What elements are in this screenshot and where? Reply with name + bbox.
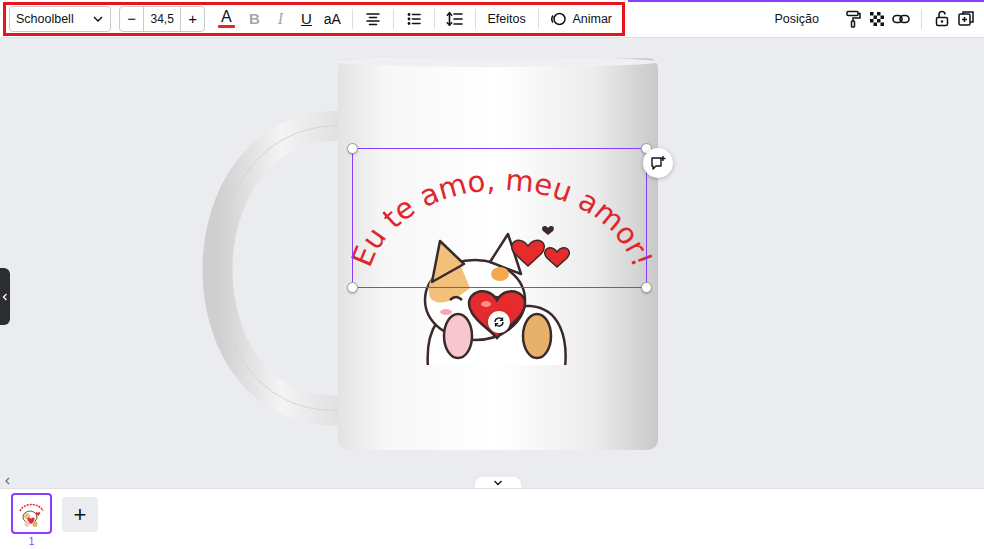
- curved-text: Eu te amo, meu amor!: [345, 163, 660, 272]
- mug-design[interactable]: Eu te amo, meu amor!: [0, 38, 984, 475]
- animate-label: Animar: [572, 12, 612, 26]
- line-spacing-icon: [446, 11, 464, 27]
- design-thumbnail-icon: [15, 497, 48, 530]
- top-accent-line: [628, 0, 984, 2]
- transparency-icon: [869, 11, 885, 27]
- font-size-control: − 34,5 +: [119, 6, 205, 32]
- resize-handle[interactable]: [641, 282, 652, 293]
- add-comment-button[interactable]: [643, 148, 673, 178]
- increase-size-button[interactable]: +: [181, 7, 204, 31]
- unlocked-icon: [935, 10, 949, 27]
- page-thumbnail[interactable]: [11, 493, 52, 534]
- chevron-left-icon: [2, 293, 8, 301]
- animate-icon: [550, 11, 566, 27]
- copy-style-button[interactable]: [841, 5, 865, 33]
- design-canvas: Eu te amo, meu amor!: [0, 38, 984, 475]
- duplicate-icon: [958, 10, 975, 27]
- font-name: Schoolbell: [16, 12, 74, 26]
- lock-button[interactable]: [930, 5, 954, 33]
- bullet-list-icon: [406, 11, 422, 27]
- side-panel-toggle[interactable]: [0, 268, 10, 325]
- text-color-swatch: [218, 25, 235, 28]
- effects-button[interactable]: Efeitos: [483, 5, 529, 33]
- separator: [921, 9, 922, 29]
- list-button[interactable]: [402, 5, 426, 33]
- transparency-button[interactable]: [865, 5, 889, 33]
- font-size-field[interactable]: 34,5: [143, 7, 181, 31]
- resize-handle[interactable]: [347, 282, 358, 293]
- toolbar: Schoolbell − 34,5 + A B I UaA: [0, 0, 984, 38]
- toolbar-right: Posição: [771, 5, 984, 33]
- align-center-button[interactable]: [361, 5, 385, 33]
- selection-box[interactable]: [352, 148, 647, 288]
- chevron-down-icon: [92, 13, 104, 25]
- comment-add-icon: [650, 155, 666, 171]
- rotate-handle[interactable]: [488, 311, 510, 333]
- highlight-frame: Schoolbell − 34,5 + A B I UaA: [3, 2, 625, 36]
- scroll-left-icon[interactable]: [4, 477, 12, 485]
- font-select[interactable]: Schoolbell: [9, 6, 111, 32]
- resize-handle[interactable]: [347, 143, 358, 154]
- underline-label: U: [301, 10, 312, 27]
- page-number: 1: [29, 535, 35, 548]
- mug-icon: [218, 57, 659, 450]
- spacing-button[interactable]: [443, 5, 467, 33]
- animate-button[interactable]: Animar: [546, 5, 616, 33]
- bold-button[interactable]: B: [242, 5, 266, 33]
- page-item: 1: [11, 493, 52, 548]
- case-button[interactable]: aA: [320, 5, 344, 33]
- curved-text-element[interactable]: Eu te amo, meu amor!: [345, 163, 660, 272]
- link-icon: [892, 11, 910, 27]
- text-color-button[interactable]: A: [214, 5, 238, 33]
- separator: [475, 9, 476, 29]
- small-hearts-icon: [512, 226, 570, 267]
- separator: [393, 9, 394, 29]
- rotate-icon: [493, 316, 505, 328]
- underline-button[interactable]: U: [294, 5, 318, 33]
- chevron-down-icon: [493, 480, 503, 486]
- effects-label: Efeitos: [487, 12, 525, 26]
- separator: [434, 9, 435, 29]
- separator: [352, 9, 353, 29]
- collapse-pages-button[interactable]: [475, 477, 521, 488]
- separator: [538, 9, 539, 29]
- text-style-buttons: B I UaA: [242, 5, 344, 33]
- position-label: Posição: [775, 12, 819, 26]
- position-button[interactable]: Posição: [771, 5, 823, 33]
- canva-editor: Schoolbell − 34,5 + A B I UaA: [0, 0, 984, 549]
- paint-roller-icon: [845, 10, 861, 28]
- bold-label: B: [249, 10, 260, 27]
- decrease-size-button[interactable]: −: [120, 7, 143, 31]
- add-page-button[interactable]: +: [62, 497, 98, 532]
- pages-strip: 1 +: [0, 488, 984, 549]
- italic-label: I: [278, 10, 283, 28]
- case-label: aA: [324, 11, 341, 27]
- italic-button[interactable]: I: [268, 5, 292, 33]
- horizontal-scroll: [0, 475, 984, 488]
- link-button[interactable]: [889, 5, 913, 33]
- text-color-label: A: [221, 9, 232, 25]
- align-center-icon: [365, 11, 381, 27]
- duplicate-button[interactable]: [954, 5, 978, 33]
